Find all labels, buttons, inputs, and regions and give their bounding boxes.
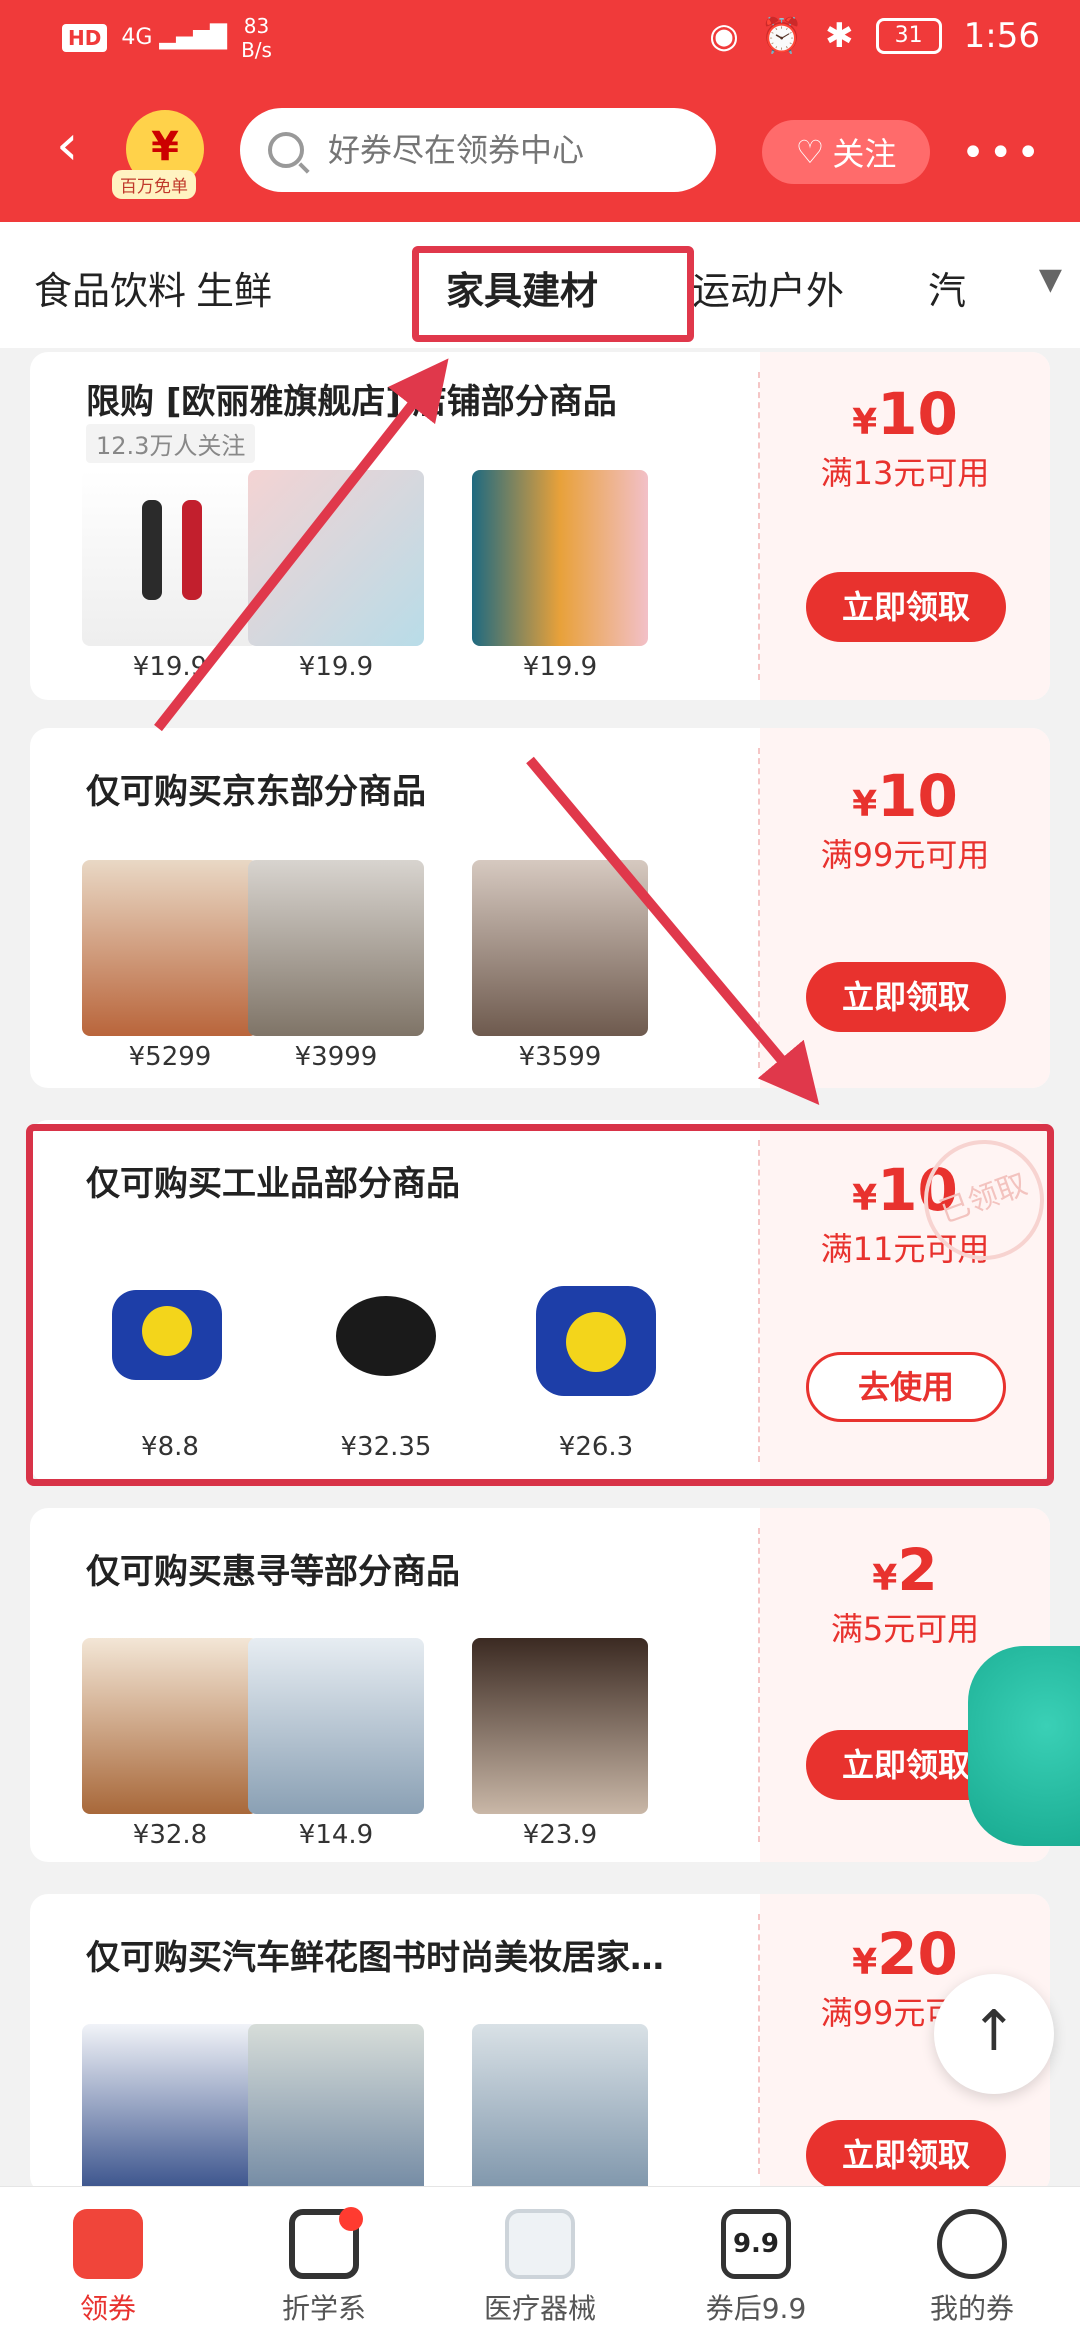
- product-price: ¥32.8: [132, 1820, 208, 1850]
- search-input[interactable]: [328, 131, 708, 169]
- bluetooth-icon: ✱: [825, 16, 854, 56]
- alarm-icon: ⏰: [760, 16, 804, 56]
- device-icon: [505, 2209, 575, 2279]
- product-item[interactable]: ¥19.9: [246, 470, 426, 682]
- coupon-amount: ¥10: [852, 762, 958, 830]
- status-bar: HD 4G ▂▄▆█ 83 B/s ◉ ⏰ ✱ 31 1:56: [0, 0, 1080, 80]
- product-price: ¥19.9: [132, 652, 208, 682]
- tab-medical-devices[interactable]: 医疗器械: [432, 2187, 648, 2340]
- claim-button[interactable]: 立即领取: [806, 2120, 1006, 2190]
- coupon-card: 限购 [欧丽雅旗舰店] 店铺部分商品 12.3万人关注 ¥19.9 ¥19.9 …: [30, 352, 1050, 700]
- more-menu-icon[interactable]: •••: [961, 130, 1044, 176]
- coupon-title: 仅可购买惠寻等部分商品: [86, 1552, 460, 1592]
- product-item[interactable]: [246, 2024, 426, 2194]
- curtain-image: [248, 1638, 424, 1814]
- product-item[interactable]: ¥3999: [246, 860, 426, 1072]
- recliner-image: [472, 860, 648, 1036]
- product-price: ¥14.9: [298, 1820, 374, 1850]
- coupon-icon: [73, 2209, 143, 2279]
- cleaver-image: [472, 1638, 648, 1814]
- tab-label: 医疗器械: [483, 2292, 596, 2325]
- network-speed: 83 B/s: [241, 14, 272, 62]
- search-icon: [268, 132, 304, 168]
- hd-indicator: HD: [62, 24, 108, 52]
- product-price: ¥5299: [128, 1042, 212, 1072]
- hangers-image: [248, 470, 424, 646]
- product-price: ¥19.9: [298, 652, 374, 682]
- coupon-title: 限购 [欧丽雅旗舰店] 店铺部分商品: [86, 382, 617, 422]
- bed-image: [248, 2024, 424, 2194]
- coupon-condition: 满5元可用: [830, 1610, 980, 1648]
- price-9-9-icon: 9.9: [721, 2209, 791, 2279]
- back-arrow-icon[interactable]: ‹: [56, 118, 78, 174]
- bottom-tab-bar: 领券 折学系 医疗器械 9.9 券后9.9 我的券: [0, 2186, 1080, 2340]
- tab-label: 领券: [79, 2292, 136, 2325]
- heart-plus-icon: ♡: [795, 133, 825, 171]
- coupon-card: 仅可购买京东部分商品 ¥5299 ¥3999 ¥3599 ¥10 满99元可用 …: [30, 728, 1050, 1088]
- sofa-image: [248, 860, 424, 1036]
- clock: 1:56: [963, 16, 1040, 56]
- badge-label: 百万免单: [112, 170, 196, 199]
- claim-button[interactable]: 立即领取: [806, 572, 1006, 642]
- coupon-amount: ¥2: [872, 1536, 938, 1604]
- floating-mascot-icon[interactable]: [968, 1646, 1080, 1846]
- bookshelf-image: [82, 1638, 258, 1814]
- tab-auto[interactable]: 汽: [928, 260, 966, 315]
- tab-fresh[interactable]: 生鲜: [196, 260, 272, 315]
- z-icon: [289, 2207, 363, 2279]
- product-item[interactable]: ¥23.9: [470, 1638, 650, 1850]
- coupon-condition: 满13元可用: [820, 454, 990, 492]
- tab-sports-outdoor[interactable]: 运动户外: [692, 260, 844, 315]
- product-item[interactable]: [470, 2024, 650, 2194]
- annotation-box-category: [412, 246, 694, 342]
- smile-icon: [937, 2209, 1007, 2279]
- follower-count: 12.3万人关注: [86, 424, 256, 463]
- sofa-image: [82, 860, 258, 1036]
- eye-icon: ◉: [709, 16, 739, 56]
- follow-button[interactable]: ♡ 关注: [762, 120, 930, 184]
- header: HD 4G ▂▄▆█ 83 B/s ◉ ⏰ ✱ 31 1:56 ‹ ¥ 百万免单 …: [0, 0, 1080, 222]
- claim-button[interactable]: 立即领取: [806, 962, 1006, 1032]
- back-to-top-icon[interactable]: ↑: [934, 1974, 1054, 2094]
- product-price: ¥3999: [294, 1042, 378, 1072]
- product-item[interactable]: ¥19.9: [470, 470, 650, 682]
- jump-rope-image: [82, 470, 258, 646]
- product-item[interactable]: ¥5299: [80, 860, 260, 1072]
- coupon-title: 仅可购买汽车鲜花图书时尚美妆居家…: [86, 1938, 664, 1978]
- battery-icon: 31: [875, 18, 942, 54]
- tab-coupons[interactable]: 领券: [0, 2187, 216, 2340]
- folding-bed-image: [82, 2024, 258, 2194]
- tab-food-drink[interactable]: 食品饮料: [34, 260, 186, 315]
- product-item[interactable]: [80, 2024, 260, 2194]
- search-bar[interactable]: [240, 108, 716, 192]
- tumblers-image: [472, 470, 648, 646]
- tab-my-coupons[interactable]: 我的券: [864, 2187, 1080, 2340]
- product-item[interactable]: ¥19.9: [80, 470, 260, 682]
- product-item[interactable]: ¥3599: [470, 860, 650, 1072]
- tab-label: 折学系: [281, 2292, 366, 2325]
- sofa-image: [472, 2024, 648, 2194]
- tab-label: 券后9.9: [705, 2292, 807, 2325]
- coupon-title: 仅可购买京东部分商品: [86, 772, 426, 812]
- annotation-box-coupon: [26, 1124, 1054, 1486]
- coupon-value-panel: ¥10 满99元可用 立即领取: [760, 728, 1050, 1088]
- tab-label: 我的券: [929, 2292, 1014, 2325]
- signal-icon: 4G ▂▄▆█: [121, 25, 228, 50]
- category-dropdown-icon[interactable]: ▼: [1039, 262, 1062, 297]
- tab-after-coupon[interactable]: 9.9 券后9.9: [648, 2187, 864, 2340]
- tab-zhexuexi[interactable]: 折学系: [216, 2187, 432, 2340]
- notification-dot: [339, 2207, 363, 2231]
- product-price: ¥23.9: [522, 1820, 598, 1850]
- product-item[interactable]: ¥32.8: [80, 1638, 260, 1850]
- coupon-value-panel: ¥10 满13元可用 立即领取: [760, 352, 1050, 700]
- product-item[interactable]: ¥14.9: [246, 1638, 426, 1850]
- coupon-condition: 满99元可用: [820, 836, 990, 874]
- product-price: ¥3599: [518, 1042, 602, 1072]
- coupon-card: 仅可购买惠寻等部分商品 ¥32.8 ¥14.9 ¥23.9 ¥2 满5元可用 立…: [30, 1508, 1050, 1862]
- nav-bar: ‹ ¥ 百万免单 ♡ 关注 •••: [0, 100, 1080, 200]
- product-price: ¥19.9: [522, 652, 598, 682]
- coupon-amount: ¥10: [852, 380, 958, 448]
- coupon-card: 仅可购买汽车鲜花图书时尚美妆居家… ¥20 满99元可用 立即领取: [30, 1894, 1050, 2194]
